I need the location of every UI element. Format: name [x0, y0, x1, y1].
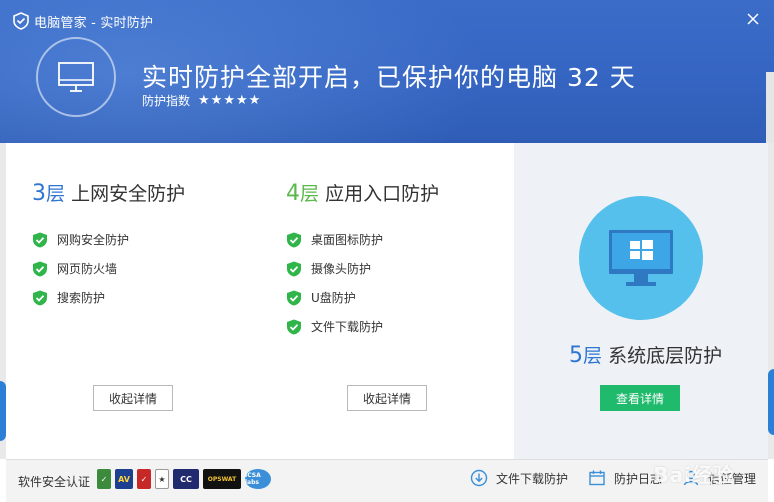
layer-unit: 层 — [300, 183, 320, 205]
layer-number: 3 — [32, 181, 46, 206]
footer-link-label: 文件下载防护 — [495, 471, 568, 486]
download-icon — [470, 469, 488, 487]
layer-title: 5层 系统底层防护 — [569, 341, 722, 368]
protection-log-link[interactable]: 防护日志 — [588, 469, 662, 487]
cert-label: 软件安全认证 — [18, 475, 91, 489]
layer-app-protection: 4层 应用入口防护 桌面图标防护 摄像头防护 U盘防护 文件下载防护 收起详情 — [286, 143, 506, 459]
monitor-icon — [58, 62, 94, 92]
check-shield-icon — [287, 232, 301, 247]
protection-stars: ★★★★★ — [198, 93, 262, 108]
cert-badge-cc[interactable]: CC — [173, 469, 199, 489]
close-icon — [747, 13, 759, 25]
layer-web-protection: 3层 上网安全防护 网购安全防护 网页防火墙 搜索防护 收起详情 — [32, 143, 252, 459]
cert-badge-shield-icon[interactable]: ✓ — [97, 469, 111, 489]
layer-item-list: 桌面图标防护 摄像头防护 U盘防护 文件下载防护 — [286, 225, 383, 341]
layer-title: 3层 上网安全防护 — [32, 179, 185, 206]
right-sliver-accent — [768, 369, 774, 435]
cert-badges: ✓ AV ✓ ★ CC OPSWAT ICSA labs — [97, 469, 275, 489]
system-protection-badge — [579, 196, 703, 320]
cert-badge-check[interactable]: ✓ — [137, 469, 151, 489]
layer-name: 应用入口防护 — [325, 183, 440, 205]
cert-badge-opswat[interactable]: OPSWAT — [203, 469, 241, 489]
item-label: 网购安全防护 — [57, 233, 130, 247]
check-shield-icon — [33, 290, 47, 305]
list-item: 桌面图标防护 — [286, 225, 383, 254]
layer-name: 系统底层防护 — [608, 345, 723, 367]
layer-name: 上网安全防护 — [71, 183, 186, 205]
check-shield-icon — [287, 261, 301, 276]
check-shield-icon — [287, 319, 301, 334]
list-item: 搜索防护 — [32, 283, 129, 312]
protection-index-label: 防护指数 — [142, 94, 191, 108]
list-item: 文件下载防护 — [286, 312, 383, 341]
item-label: 桌面图标防护 — [311, 233, 384, 247]
cert-badge-icsa[interactable]: ICSA labs — [245, 469, 271, 489]
check-shield-icon — [287, 290, 301, 305]
view-details-button[interactable]: 查看详情 — [600, 385, 680, 411]
windows-monitor-icon — [609, 230, 673, 286]
list-item: 网页防火墙 — [32, 254, 129, 283]
header-banner: 电脑管家 - 实时防护 实时防护全部开启，已保护你的电脑 32 天 防护指数 ★… — [0, 0, 774, 143]
header-edge — [766, 72, 774, 143]
window-title: 电脑管家 - 实时防护 — [34, 15, 154, 31]
calendar-icon — [589, 470, 605, 486]
watermark: Bai经验 — [653, 463, 734, 487]
monitor-badge — [36, 37, 116, 117]
layer-item-list: 网购安全防护 网页防火墙 搜索防护 — [32, 225, 129, 312]
item-label: 搜索防护 — [57, 291, 106, 305]
check-shield-icon — [33, 261, 47, 276]
list-item: 网购安全防护 — [32, 225, 129, 254]
cert-badge-av[interactable]: AV — [115, 469, 133, 489]
item-label: 文件下载防护 — [311, 320, 384, 334]
layer-title: 4层 应用入口防护 — [286, 179, 439, 206]
item-label: U盘防护 — [311, 291, 356, 305]
layer-unit: 层 — [583, 345, 603, 367]
collapse-details-button[interactable]: 收起详情 — [347, 385, 427, 411]
close-button[interactable] — [742, 8, 764, 30]
protection-index: 防护指数 ★★★★★ — [142, 92, 261, 109]
layer-number: 4 — [286, 181, 300, 206]
cert-badge-ribbon-icon[interactable]: ★ — [155, 469, 169, 489]
item-label: 网页防火墙 — [57, 262, 118, 276]
list-item: 摄像头防护 — [286, 254, 383, 283]
download-protection-link[interactable]: 文件下载防护 — [470, 469, 568, 487]
collapse-details-button[interactable]: 收起详情 — [93, 385, 173, 411]
layer-system-protection: 5层 系统底层防护 查看详情 — [514, 143, 768, 459]
right-sliver — [768, 143, 774, 459]
layer-unit: 层 — [46, 183, 66, 205]
check-shield-icon — [33, 232, 47, 247]
protection-headline: 实时防护全部开启，已保护你的电脑 32 天 — [142, 63, 636, 92]
layer-number: 5 — [569, 343, 583, 368]
item-label: 摄像头防护 — [311, 262, 372, 276]
title-bar: 电脑管家 - 实时防护 — [12, 8, 153, 34]
shield-icon — [13, 12, 29, 30]
list-item: U盘防护 — [286, 283, 383, 312]
content-area: 3层 上网安全防护 网购安全防护 网页防火墙 搜索防护 收起详情 4层 应用入口… — [6, 143, 768, 459]
